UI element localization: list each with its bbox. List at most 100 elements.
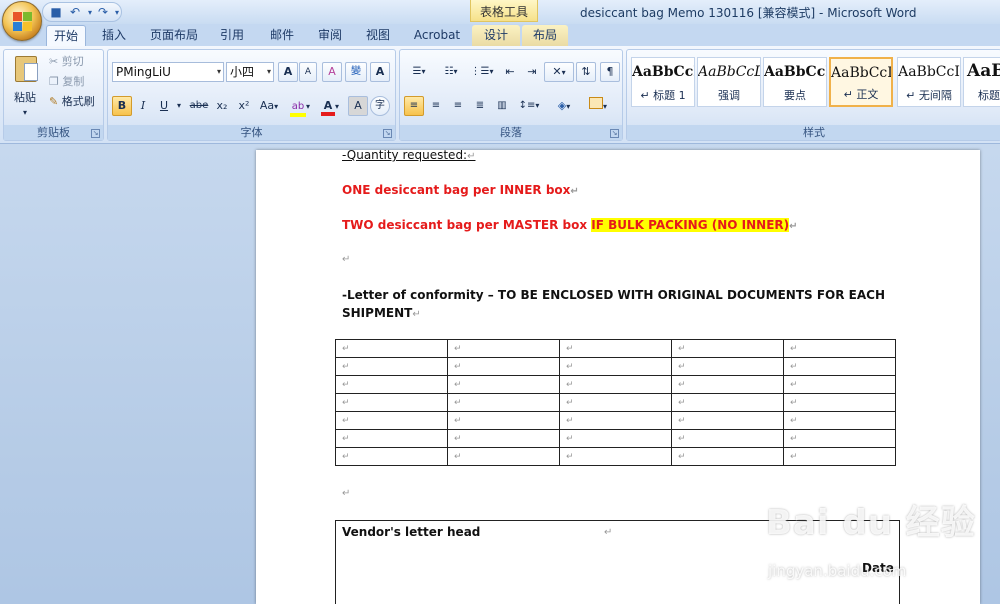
- grow-font-button[interactable]: A: [278, 62, 298, 82]
- numbering-button[interactable]: ☷▾: [436, 62, 466, 82]
- tab-design[interactable]: 设计: [472, 25, 520, 46]
- strikethrough-button[interactable]: abe: [188, 96, 210, 116]
- save-icon[interactable]: ■: [48, 5, 64, 20]
- copy-button[interactable]: ❐ 复制: [48, 72, 100, 92]
- letter-of-conformity-line1[interactable]: -Letter of conformity – TO BE ENCLOSED W…: [342, 288, 885, 302]
- tab-layout[interactable]: 布局: [522, 25, 568, 46]
- format-painter-button[interactable]: ✎ 格式刷: [48, 92, 104, 112]
- chinese-layout-button[interactable]: ✕▾: [544, 62, 574, 82]
- font-name-combo[interactable]: PMingLiU ▾: [112, 62, 224, 82]
- style-strong[interactable]: AaBbCcI 要点: [763, 57, 827, 107]
- table-cell[interactable]: ↵: [335, 411, 448, 430]
- character-shading-button[interactable]: A: [348, 96, 368, 116]
- tab-home[interactable]: 开始: [46, 25, 86, 46]
- table-cell[interactable]: ↵: [559, 357, 672, 376]
- enclose-characters-button[interactable]: 字: [370, 96, 390, 116]
- clear-formatting-button[interactable]: A: [322, 62, 342, 82]
- font-color-button[interactable]: A ▾: [316, 96, 344, 116]
- office-button[interactable]: [2, 1, 42, 41]
- show-marks-button[interactable]: ¶: [600, 62, 620, 82]
- tab-page-layout[interactable]: 页面布局: [144, 25, 204, 46]
- tab-references[interactable]: 引用: [212, 25, 252, 46]
- table-cell[interactable]: ↵: [671, 357, 784, 376]
- two-bag-line[interactable]: TWO desiccant bag per MASTER box IF BULK…: [342, 218, 798, 232]
- font-launcher-icon[interactable]: ↘: [383, 129, 392, 138]
- empty-paragraph[interactable]: ↵: [342, 488, 350, 499]
- table-cell[interactable]: ↵: [671, 447, 784, 466]
- customize-qat-icon[interactable]: ▾: [109, 5, 125, 20]
- table-cell[interactable]: ↵: [447, 447, 560, 466]
- distributed-button[interactable]: ▥: [492, 96, 512, 116]
- table-cell[interactable]: ↵: [335, 357, 448, 376]
- table-cell[interactable]: ↵: [447, 393, 560, 412]
- table-cell[interactable]: ↵: [335, 375, 448, 394]
- empty-paragraph[interactable]: ↵: [342, 254, 350, 265]
- character-border-button[interactable]: A: [370, 62, 390, 82]
- bullets-button[interactable]: ☰▾: [404, 62, 434, 82]
- table-cell[interactable]: ↵: [447, 429, 560, 448]
- table-cell[interactable]: ↵: [783, 411, 896, 430]
- bold-button[interactable]: B: [112, 96, 132, 116]
- tab-mailings[interactable]: 邮件: [262, 25, 302, 46]
- shrink-font-button[interactable]: A: [299, 62, 317, 82]
- line-spacing-button[interactable]: ↕≡▾: [514, 96, 544, 116]
- conformity-table[interactable]: ↵ ↵ ↵ ↵ ↵ ↵ ↵ ↵ ↵ ↵ ↵ ↵ ↵ ↵ ↵ ↵ ↵ ↵ ↵ ↵ ↵ ↵ ↵ ↵ ↵ ↵ ↵ ↵ ↵ ↵ ↵ ↵ ↵ ↵ ↵: [335, 339, 896, 466]
- tab-view[interactable]: 视图: [358, 25, 398, 46]
- font-size-combo[interactable]: 小四 ▾: [226, 62, 274, 82]
- table-cell[interactable]: ↵: [559, 411, 672, 430]
- table-cell[interactable]: ↵: [447, 411, 560, 430]
- style-emphasis[interactable]: AaBbCcL 强调: [697, 57, 761, 107]
- superscript-button[interactable]: x²: [234, 96, 254, 116]
- table-cell[interactable]: ↵: [559, 447, 672, 466]
- italic-button[interactable]: I: [134, 96, 152, 116]
- table-cell[interactable]: ↵: [783, 447, 896, 466]
- subscript-button[interactable]: x₂: [212, 96, 232, 116]
- style-heading-1[interactable]: AaBbCcI ↵ 标题 1: [631, 57, 695, 107]
- table-cell[interactable]: ↵: [671, 375, 784, 394]
- table-cell[interactable]: ↵: [335, 339, 448, 358]
- increase-indent-button[interactable]: ⇥: [522, 62, 542, 82]
- align-center-button[interactable]: ≡: [426, 96, 446, 116]
- undo-icon[interactable]: ↶: [67, 5, 83, 20]
- table-cell[interactable]: ↵: [335, 447, 448, 466]
- highlight-button[interactable]: ab ▾: [286, 96, 314, 117]
- cut-button[interactable]: ✂ 剪切: [48, 52, 100, 72]
- paste-button[interactable]: 粘贴 ▾: [8, 53, 42, 117]
- table-cell[interactable]: ↵: [671, 411, 784, 430]
- tab-insert[interactable]: 插入: [94, 25, 134, 46]
- table-cell[interactable]: ↵: [783, 375, 896, 394]
- table-cell[interactable]: ↵: [447, 375, 560, 394]
- style-no-spacing[interactable]: AaBbCcI ↵ 无间隔: [897, 57, 961, 107]
- sort-button[interactable]: ⇅: [576, 62, 596, 82]
- table-cell[interactable]: ↵: [335, 393, 448, 412]
- tab-acrobat[interactable]: Acrobat: [408, 25, 466, 46]
- table-cell[interactable]: ↵: [447, 339, 560, 358]
- shading-button[interactable]: ◈▾: [548, 96, 580, 116]
- table-cell[interactable]: ↵: [671, 429, 784, 448]
- align-left-button[interactable]: ≡: [404, 96, 424, 116]
- align-right-button[interactable]: ≡: [448, 96, 468, 116]
- one-bag-line[interactable]: ONE desiccant bag per INNER box↵: [342, 183, 579, 197]
- table-cell[interactable]: ↵: [559, 375, 672, 394]
- paragraph-launcher-icon[interactable]: ↘: [610, 129, 619, 138]
- phonetic-guide-button[interactable]: 變: [345, 62, 367, 82]
- table-cell[interactable]: ↵: [335, 429, 448, 448]
- table-cell[interactable]: ↵: [559, 429, 672, 448]
- underline-button[interactable]: U: [154, 96, 174, 116]
- table-cell[interactable]: ↵: [783, 429, 896, 448]
- borders-button[interactable]: ▾: [582, 96, 614, 116]
- table-cell[interactable]: ↵: [783, 357, 896, 376]
- change-case-button[interactable]: Aa▾: [256, 96, 282, 116]
- table-cell[interactable]: ↵: [671, 339, 784, 358]
- style-normal[interactable]: AaBbCcI ↵ 正文: [829, 57, 893, 107]
- decrease-indent-button[interactable]: ⇤: [500, 62, 520, 82]
- style-title[interactable]: AaB 标题: [963, 57, 1000, 107]
- table-cell[interactable]: ↵: [559, 339, 672, 358]
- justify-button[interactable]: ≣: [470, 96, 490, 116]
- multilevel-list-button[interactable]: ⋮☰▾: [468, 62, 496, 82]
- table-cell[interactable]: ↵: [783, 339, 896, 358]
- tab-review[interactable]: 审阅: [310, 25, 350, 46]
- underline-dropdown-icon[interactable]: ▾: [174, 96, 184, 116]
- table-cell[interactable]: ↵: [783, 393, 896, 412]
- quantity-heading[interactable]: -Quantity requested:↵: [342, 150, 476, 162]
